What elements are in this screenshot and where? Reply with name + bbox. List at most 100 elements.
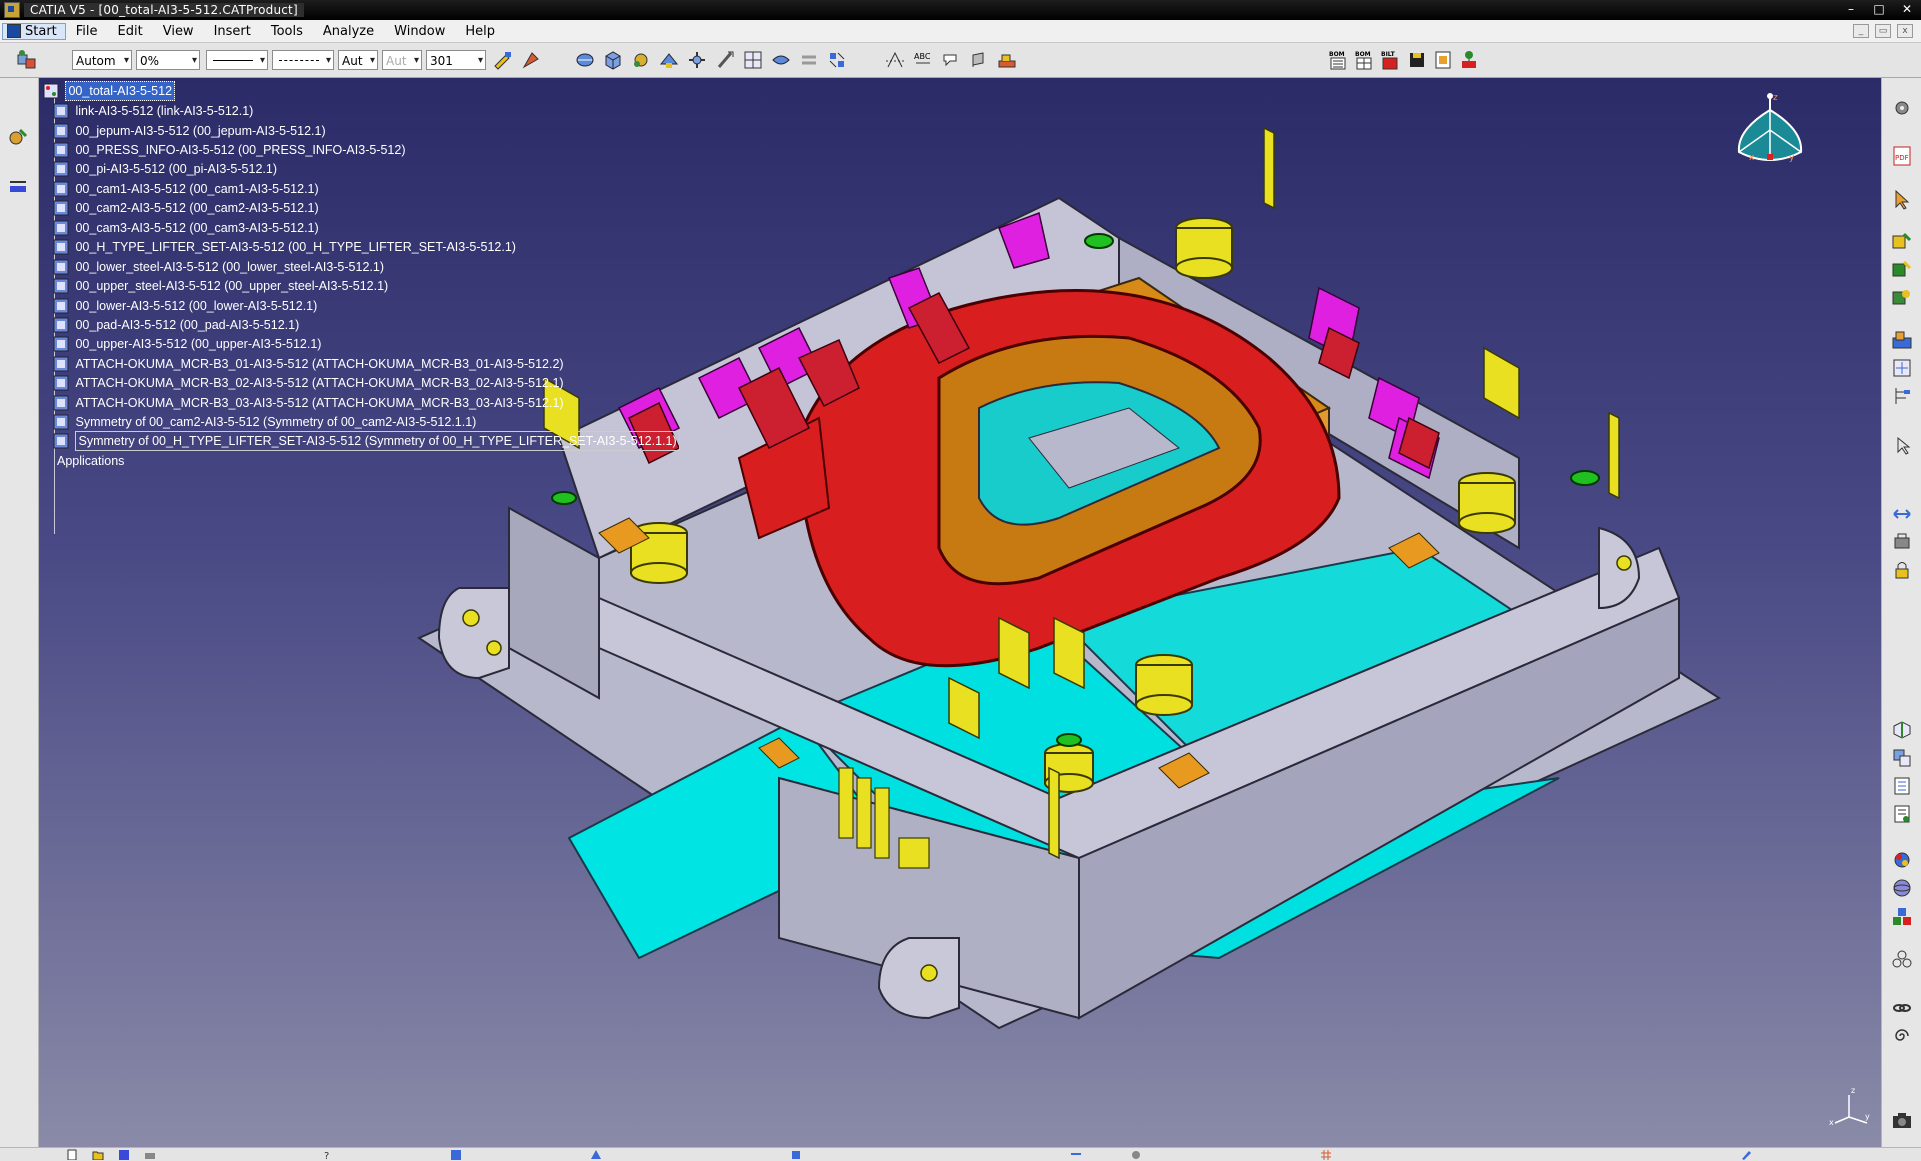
tree-node[interactable]: 00_cam2-AI3-5-512 (00_cam2-AI3-5-512.1) [53, 197, 319, 219]
flag-note-icon[interactable] [968, 49, 990, 71]
view-mode-icon[interactable] [770, 49, 792, 71]
swap-icon[interactable] [1070, 1149, 1082, 1160]
replace-component-icon[interactable] [1890, 356, 1914, 380]
assembly-constraint-icon[interactable] [6, 126, 30, 150]
menu-view[interactable]: View [153, 24, 204, 39]
menu-start[interactable]: Start [2, 22, 66, 40]
color-select[interactable]: Autom [72, 50, 132, 71]
catalog-icon[interactable] [1432, 49, 1454, 71]
section-icon[interactable] [1890, 718, 1914, 742]
camera-icon[interactable] [1890, 1108, 1914, 1132]
menu-help[interactable]: Help [455, 24, 505, 39]
tree-root[interactable]: 00_total-AI3-5-512 [43, 80, 176, 102]
product-icon[interactable] [16, 49, 38, 71]
maximize-button[interactable]: □ [1871, 2, 1887, 16]
distance-icon[interactable] [1890, 774, 1914, 798]
layer-select[interactable]: Aut [338, 50, 378, 71]
bom-list-icon[interactable]: BOM [1354, 49, 1376, 71]
minimize-button[interactable]: – [1843, 2, 1859, 16]
graph-tree-icon[interactable] [1890, 384, 1914, 408]
tree-node[interactable]: 00_H_TYPE_LIFTER_SET-AI3-5-512 (00_H_TYP… [53, 236, 516, 258]
open-folder-icon[interactable] [92, 1149, 104, 1160]
menu-edit[interactable]: Edit [108, 24, 153, 39]
swap-visible-icon[interactable] [826, 49, 848, 71]
rendering-select[interactable]: Aut [382, 50, 422, 71]
axis-triad-icon: z x y [1829, 1086, 1870, 1127]
annotation-icon[interactable] [940, 49, 962, 71]
menu-insert[interactable]: Insert [204, 24, 261, 39]
painter-icon[interactable] [492, 49, 514, 71]
zoom-icon[interactable] [686, 49, 708, 71]
save-icon[interactable] [118, 1149, 130, 1160]
menu-window[interactable]: Window [384, 24, 455, 39]
doc-close-button[interactable]: x [1897, 24, 1913, 38]
weight-select[interactable]: 301 [426, 50, 486, 71]
tree-node[interactable]: link-AI3-5-512 (link-AI3-5-512.1) [53, 100, 253, 122]
new-doc-icon[interactable] [66, 1149, 78, 1160]
tree-node[interactable]: Symmetry of 00_H_TYPE_LIFTER_SET-AI3-5-5… [53, 430, 680, 452]
multi-view-icon[interactable] [742, 49, 764, 71]
3d-viewport[interactable]: 00_total-AI3-5-512 link-AI3-5-512 (link-… [39, 78, 1881, 1147]
explode-icon[interactable] [1890, 948, 1914, 972]
save-disk-icon[interactable] [1406, 49, 1428, 71]
tree-node[interactable]: 00_pi-AI3-5-512 (00_pi-AI3-5-512.1) [53, 158, 277, 180]
linestyle-select[interactable] [272, 50, 334, 71]
hide-show-icon[interactable] [798, 49, 820, 71]
catia-app-icon[interactable] [4, 2, 20, 18]
bilt-icon[interactable]: BILT [1380, 49, 1402, 71]
measure-icon[interactable] [996, 49, 1018, 71]
network-icon[interactable] [1458, 49, 1480, 71]
normal-view-icon[interactable] [714, 49, 736, 71]
fly-mode-icon[interactable] [590, 1149, 602, 1160]
print-icon[interactable] [144, 1149, 156, 1160]
rotate-icon[interactable] [630, 49, 652, 71]
manipulate-icon[interactable] [1890, 434, 1914, 458]
compass-icon[interactable]: x y z [1727, 90, 1813, 186]
tree-node[interactable]: ATTACH-OKUMA_MCR-B3_02-AI3-5-512 (ATTACH… [53, 372, 564, 394]
clash-icon[interactable] [1890, 746, 1914, 770]
bom-icon[interactable]: BOM [1328, 49, 1350, 71]
catalog-browser-icon[interactable] [450, 1149, 462, 1160]
fit-all-icon[interactable] [574, 49, 596, 71]
fix-constraint-icon[interactable] [1890, 530, 1914, 554]
spiral-icon[interactable] [1890, 1024, 1914, 1048]
menu-tools[interactable]: Tools [261, 24, 313, 39]
doc-minimize-button[interactable]: _ [1853, 24, 1869, 38]
abc-icon[interactable]: ABC [912, 49, 934, 71]
component-node-icon [53, 142, 69, 158]
tree-node[interactable]: 00_upper-AI3-5-512 (00_upper-AI3-5-512.1… [53, 333, 321, 355]
pdf-icon[interactable]: PDF [1890, 144, 1914, 168]
edit-icon[interactable] [1740, 1149, 1752, 1160]
new-product-icon[interactable] [1890, 258, 1914, 282]
grid-icon[interactable] [1320, 1149, 1332, 1160]
apply-material-icon[interactable] [1890, 848, 1914, 872]
cube-icon[interactable] [790, 1149, 802, 1160]
cube-view-icon[interactable] [602, 49, 624, 71]
new-part-icon[interactable] [1890, 286, 1914, 310]
bill-of-material-icon[interactable] [1890, 802, 1914, 826]
linetype-select[interactable] [206, 50, 268, 71]
settings-icon[interactable] [1130, 1149, 1142, 1160]
close-button[interactable]: ✕ [1899, 2, 1915, 16]
properties-icon[interactable] [520, 49, 542, 71]
tree-node-label: link-AI3-5-512 (link-AI3-5-512.1) [75, 104, 254, 118]
sphere-icon[interactable] [1890, 876, 1914, 900]
scene-icon[interactable] [1890, 904, 1914, 928]
link-chain-icon[interactable] [1890, 996, 1914, 1020]
compass-snap-icon[interactable] [884, 49, 906, 71]
existing-component-icon[interactable] [1890, 328, 1914, 352]
help-icon[interactable]: ? [322, 1149, 334, 1160]
menu-analyze[interactable]: Analyze [313, 24, 384, 39]
gear-icon[interactable] [1890, 96, 1914, 120]
pan-icon[interactable] [658, 49, 680, 71]
new-component-icon[interactable] [1890, 230, 1914, 254]
tree-node-applications[interactable]: Applications [57, 450, 124, 472]
doc-restore-button[interactable]: ▭ [1875, 24, 1891, 38]
offset-constraint-icon[interactable] [1890, 502, 1914, 526]
layer-filter-icon[interactable] [6, 174, 30, 198]
menu-file[interactable]: File [66, 24, 108, 39]
transparency-select[interactable]: 0% [136, 50, 200, 71]
tree-node[interactable]: 00_upper_steel-AI3-5-512 (00_upper_steel… [53, 275, 388, 297]
lock-icon[interactable] [1890, 558, 1914, 582]
select-arrow-icon[interactable] [1890, 188, 1914, 212]
